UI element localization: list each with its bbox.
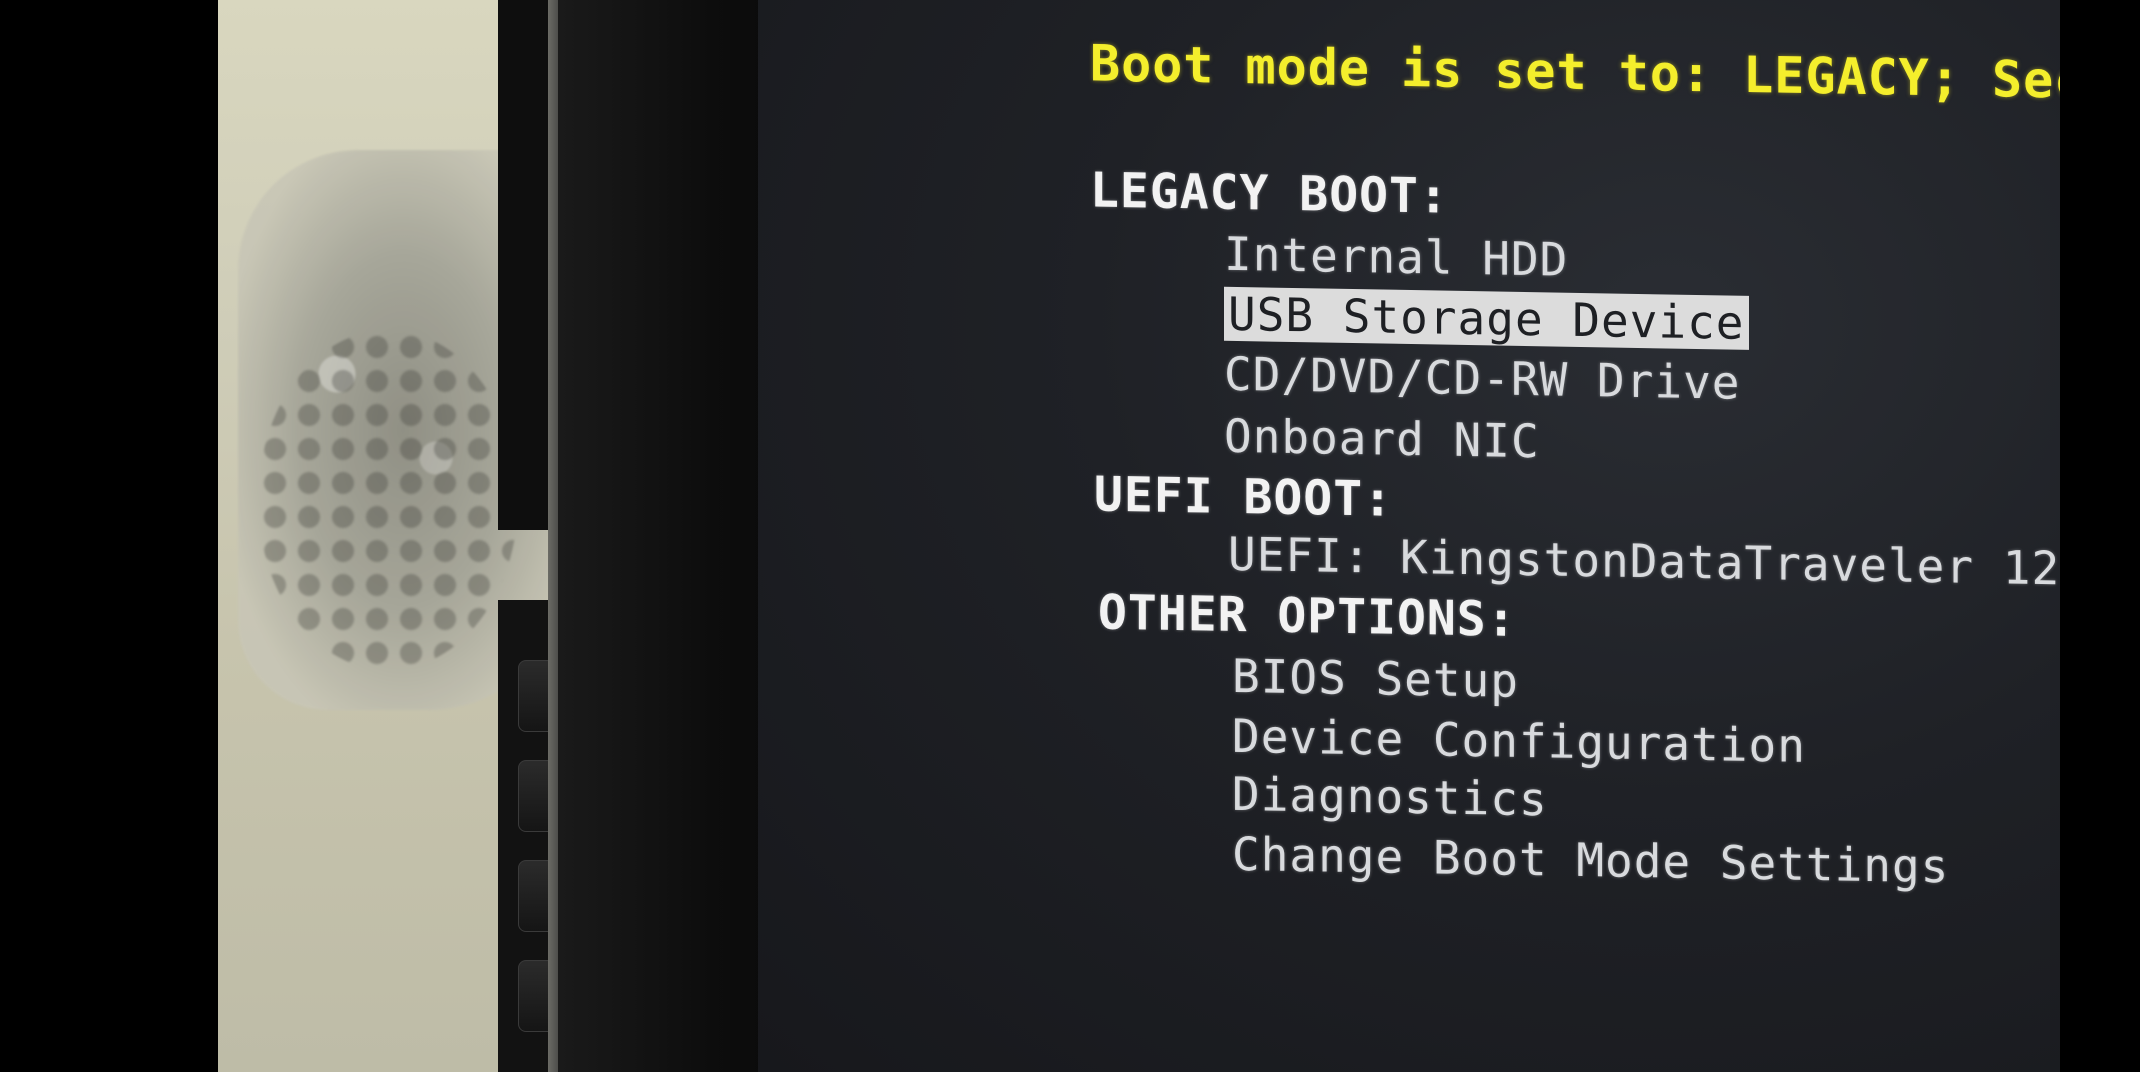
boot-option-internal-hdd[interactable]: Internal HDD [1224, 227, 1568, 287]
boot-option-usb-storage[interactable]: USB Storage Device [1224, 286, 1749, 350]
uefi-boot-heading: UEFI BOOT: [1094, 466, 1393, 528]
option-bios-setup[interactable]: BIOS Setup [1232, 649, 1519, 708]
option-diagnostics[interactable]: Diagnostics [1232, 767, 1548, 827]
option-change-boot-mode[interactable]: Change Boot Mode Settings [1232, 827, 1949, 894]
other-options-heading: OTHER OPTIONS: [1098, 584, 1517, 648]
photo-area: Boot mode is set to: LEGACY; Secure LEGA… [218, 0, 2060, 1072]
boot-option-cd-dvd-drive[interactable]: CD/DVD/CD-RW Drive [1224, 347, 1741, 410]
bios-screen: Boot mode is set to: LEGACY; Secure LEGA… [758, 0, 2060, 1072]
bubble-wrap-texture [258, 330, 518, 670]
boot-mode-status: Boot mode is set to: LEGACY; Secure [1090, 34, 2060, 112]
boot-option-uefi-kingston[interactable]: UEFI: KingstonDataTraveler 120PM [1228, 527, 2060, 597]
option-device-configuration[interactable]: Device Configuration [1232, 709, 1806, 773]
video-frame: Boot mode is set to: LEGACY; Secure LEGA… [0, 0, 2140, 1072]
boot-option-onboard-nic[interactable]: Onboard NIC [1224, 409, 1540, 469]
bios-boot-menu: Boot mode is set to: LEGACY; Secure LEGA… [758, 0, 2060, 1072]
letterbox-right [2060, 0, 2140, 1072]
legacy-boot-heading: LEGACY BOOT: [1090, 162, 1449, 225]
